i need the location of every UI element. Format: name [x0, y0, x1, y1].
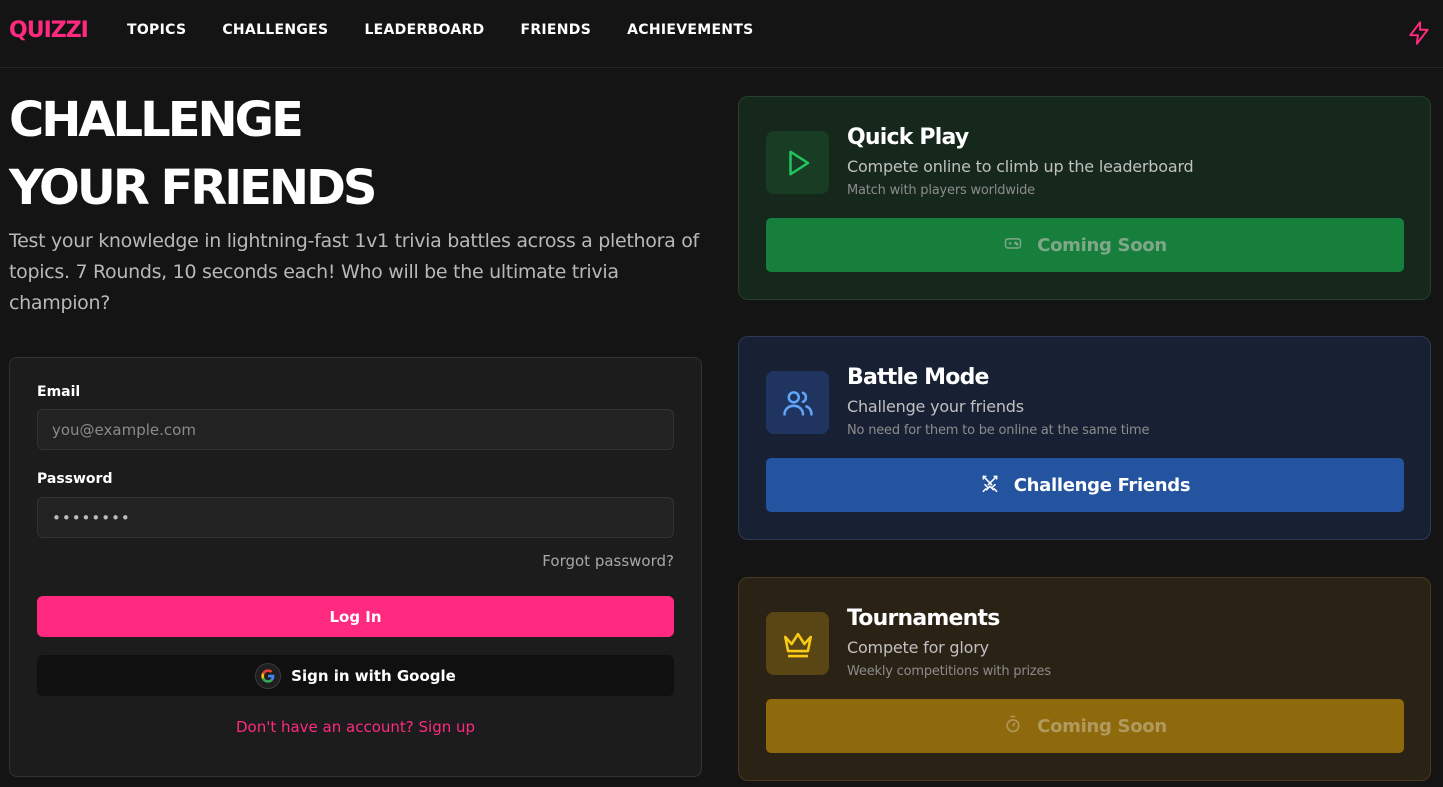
quick-play-subtitle: Compete online to climb up the leaderboa…	[847, 157, 1194, 176]
battle-mode-note: No need for them to be online at the sam…	[847, 423, 1150, 438]
nav-link-friends[interactable]: FRIENDS	[520, 22, 591, 38]
nav-link-topics[interactable]: TOPICS	[127, 22, 186, 38]
forgot-password-link[interactable]: Forgot password?	[542, 552, 674, 570]
password-label: Password	[37, 471, 113, 487]
google-signin-button[interactable]: Sign in with Google	[37, 655, 674, 696]
play-icon	[766, 131, 829, 194]
hero-title-line2: YOUR FRIENDS	[9, 160, 377, 216]
nav-link-challenges[interactable]: CHALLENGES	[222, 22, 328, 38]
password-field[interactable]	[37, 497, 674, 538]
challenge-friends-label: Challenge Friends	[1013, 474, 1191, 496]
battle-mode-subtitle: Challenge your friends	[847, 397, 1024, 416]
top-nav: QUIZZI TOPICS CHALLENGES LEADERBOARD FRI…	[0, 0, 1443, 68]
users-icon	[766, 371, 829, 434]
quick-play-note: Match with players worldwide	[847, 183, 1035, 198]
tournaments-button-label: Coming Soon	[1037, 715, 1167, 737]
tournaments-subtitle: Compete for glory	[847, 638, 989, 657]
hero-title-line1: CHALLENGE	[9, 92, 304, 148]
quick-play-button-label: Coming Soon	[1037, 234, 1167, 256]
quick-play-card: Quick Play Compete online to climb up th…	[738, 96, 1431, 300]
email-field[interactable]	[37, 409, 674, 450]
google-button-label: Sign in with Google	[291, 666, 456, 685]
google-icon	[255, 662, 282, 689]
gamepad-icon	[1003, 233, 1023, 258]
nav-link-leaderboard[interactable]: LEADERBOARD	[364, 22, 484, 38]
battle-mode-card: Battle Mode Challenge your friends No ne…	[738, 336, 1431, 540]
tournaments-card: Tournaments Compete for glory Weekly com…	[738, 577, 1431, 781]
crown-icon	[766, 612, 829, 675]
hero-title: CHALLENGE YOUR FRIENDS	[9, 86, 689, 222]
quick-play-coming-soon-button[interactable]: Coming Soon	[766, 218, 1404, 272]
lightning-bolt-icon[interactable]	[1406, 20, 1432, 46]
tournaments-note: Weekly competitions with prizes	[847, 664, 1051, 679]
swords-icon	[980, 473, 1000, 498]
tournaments-title: Tournaments	[847, 606, 1000, 631]
tournaments-coming-soon-button[interactable]: Coming Soon	[766, 699, 1404, 753]
challenge-friends-button[interactable]: Challenge Friends	[766, 458, 1404, 512]
timer-icon	[1003, 714, 1023, 739]
quick-play-title: Quick Play	[847, 125, 969, 150]
login-card: Email Password Forgot password? Log In S…	[9, 357, 702, 777]
login-button[interactable]: Log In	[37, 596, 674, 637]
hero-subtitle: Test your knowledge in lightning-fast 1v…	[9, 230, 699, 314]
signup-link[interactable]: Don't have an account? Sign up	[10, 718, 701, 736]
email-label: Email	[37, 384, 81, 400]
battle-mode-title: Battle Mode	[847, 365, 989, 390]
nav-link-achievements[interactable]: ACHIEVEMENTS	[627, 22, 753, 38]
logo[interactable]: QUIZZI	[9, 18, 89, 43]
nav-links: TOPICS CHALLENGES LEADERBOARD FRIENDS AC…	[127, 22, 790, 38]
